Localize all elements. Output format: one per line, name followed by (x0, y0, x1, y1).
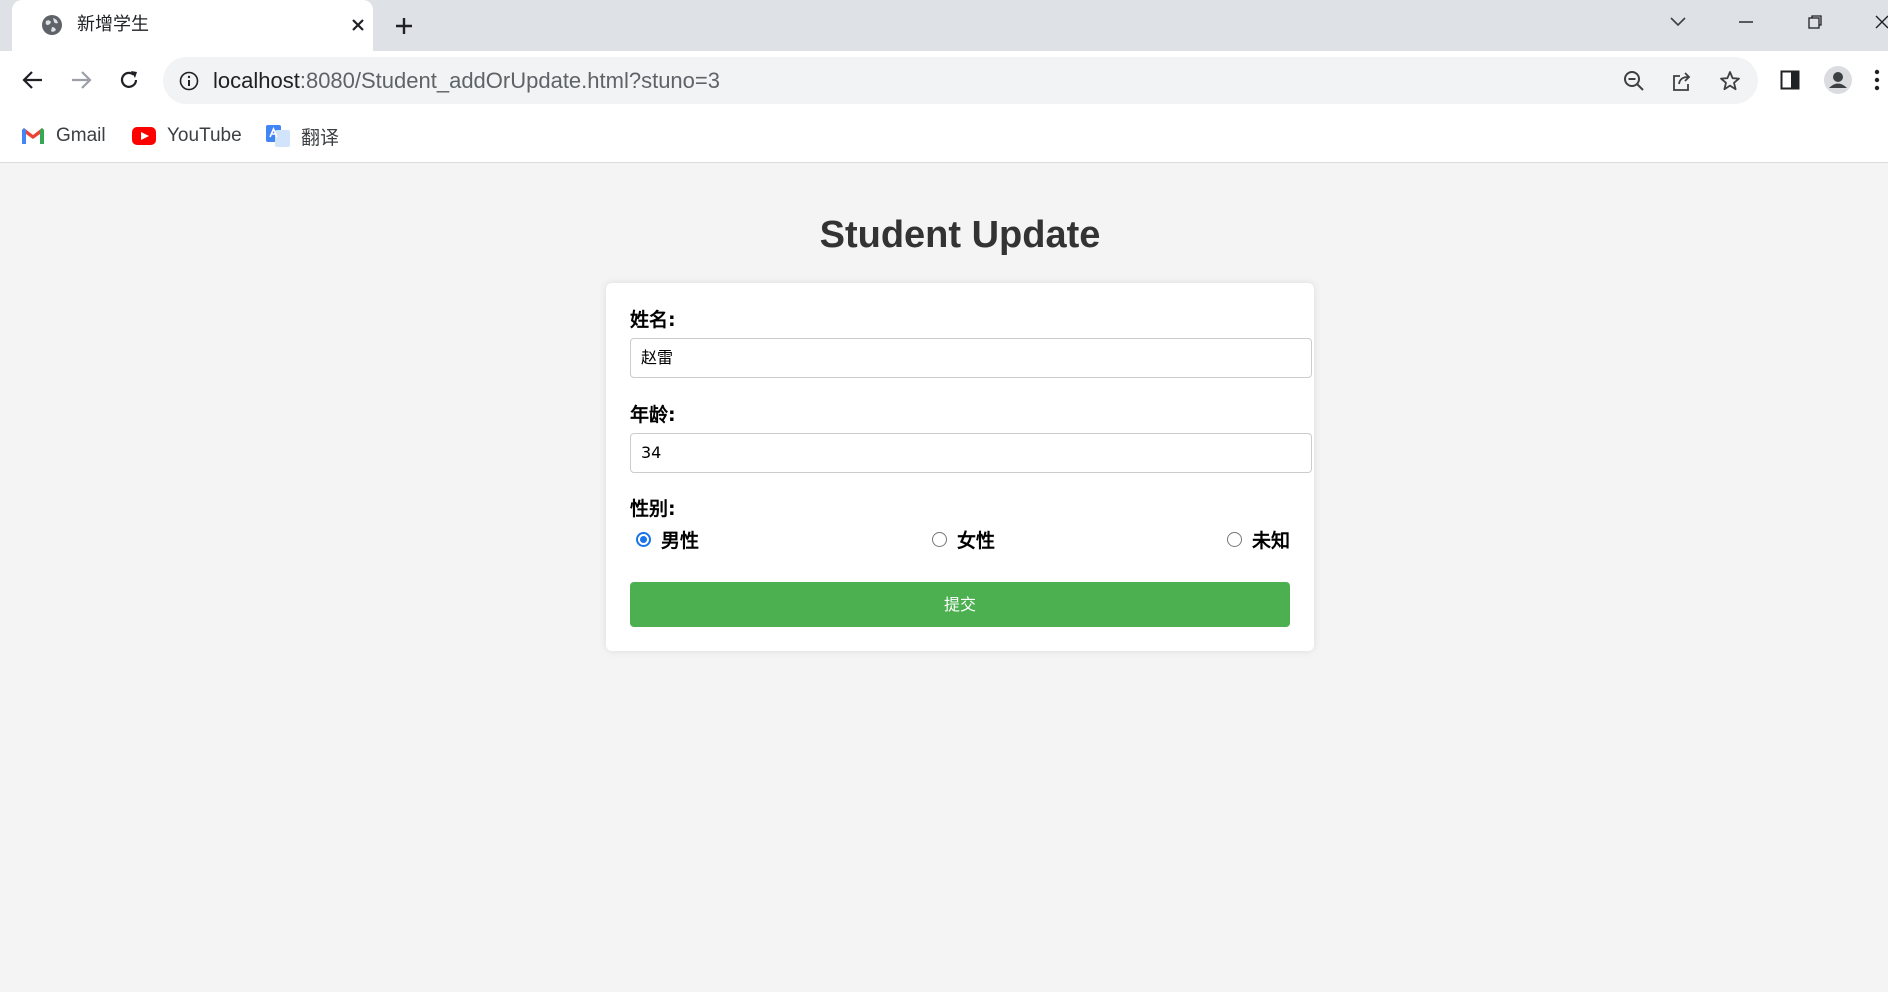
browser-toolbar: localhost:8080/Student_addOrUpdate.html?… (0, 51, 1888, 110)
star-icon[interactable] (1716, 67, 1744, 95)
url-text[interactable]: localhost:8080/Student_addOrUpdate.html?… (213, 68, 720, 94)
zoom-out-icon[interactable] (1620, 67, 1648, 95)
forward-arrow-icon[interactable] (64, 63, 98, 97)
tab-title: 新增学生 (77, 14, 149, 35)
gender-option-label: 男性 (661, 529, 700, 552)
gmail-icon (20, 125, 46, 147)
bookmark-label: YouTube (167, 125, 242, 146)
url-path: :8080/Student_addOrUpdate.html?stuno=3 (299, 68, 720, 93)
back-arrow-icon[interactable] (16, 63, 50, 97)
age-label: 年龄: (630, 404, 676, 426)
bookmark-translate[interactable]: 翻译 (265, 122, 339, 150)
age-input[interactable]: 34 (630, 433, 1312, 473)
google-translate-icon (265, 125, 291, 147)
browser-tab[interactable]: 新增学生 (12, 0, 373, 51)
gender-label: 性别: (630, 498, 676, 520)
reload-icon[interactable] (112, 63, 146, 97)
radio-male[interactable] (636, 531, 651, 547)
bookmarks-bar: Gmail YouTube 翻译 (0, 110, 1888, 163)
new-tab-button[interactable] (390, 12, 418, 40)
gender-option-female[interactable]: 女性 (932, 526, 995, 552)
student-form: 姓名: 赵雷 年龄: 34 性别: 男性 女性 未知 提交 (606, 283, 1314, 651)
minimize-icon[interactable] (1728, 8, 1764, 36)
name-label: 姓名: (630, 309, 676, 331)
share-icon[interactable] (1668, 67, 1696, 95)
bookmark-gmail[interactable]: Gmail (20, 122, 106, 150)
tab-strip: 新增学生 (0, 0, 1888, 51)
close-icon[interactable] (346, 13, 370, 37)
gender-option-unknown[interactable]: 未知 (1227, 526, 1290, 552)
bookmark-label: Gmail (56, 125, 106, 146)
youtube-icon (131, 125, 157, 147)
side-panel-icon[interactable] (1773, 63, 1807, 97)
radio-unknown[interactable] (1227, 531, 1242, 547)
gender-option-male[interactable]: 男性 (636, 526, 699, 552)
profile-avatar-icon[interactable] (1821, 63, 1855, 97)
gender-option-label: 女性 (957, 529, 996, 552)
info-icon[interactable] (177, 69, 201, 93)
bookmark-youtube[interactable]: YouTube (131, 122, 242, 150)
restore-icon[interactable] (1797, 8, 1833, 36)
window-close-icon[interactable] (1864, 8, 1888, 36)
page-title: Student Update (819, 214, 1101, 256)
address-bar[interactable]: localhost:8080/Student_addOrUpdate.html?… (163, 57, 1758, 104)
more-menu-icon[interactable] (1866, 63, 1888, 97)
bookmark-label: 翻译 (301, 127, 340, 149)
name-input[interactable]: 赵雷 (630, 338, 1312, 378)
url-host: localhost (213, 68, 300, 93)
globe-icon (41, 14, 63, 36)
tab-search-chevron-icon[interactable] (1660, 8, 1696, 36)
submit-button[interactable]: 提交 (630, 582, 1290, 627)
radio-female[interactable] (932, 531, 947, 547)
gender-option-label: 未知 (1252, 529, 1291, 552)
